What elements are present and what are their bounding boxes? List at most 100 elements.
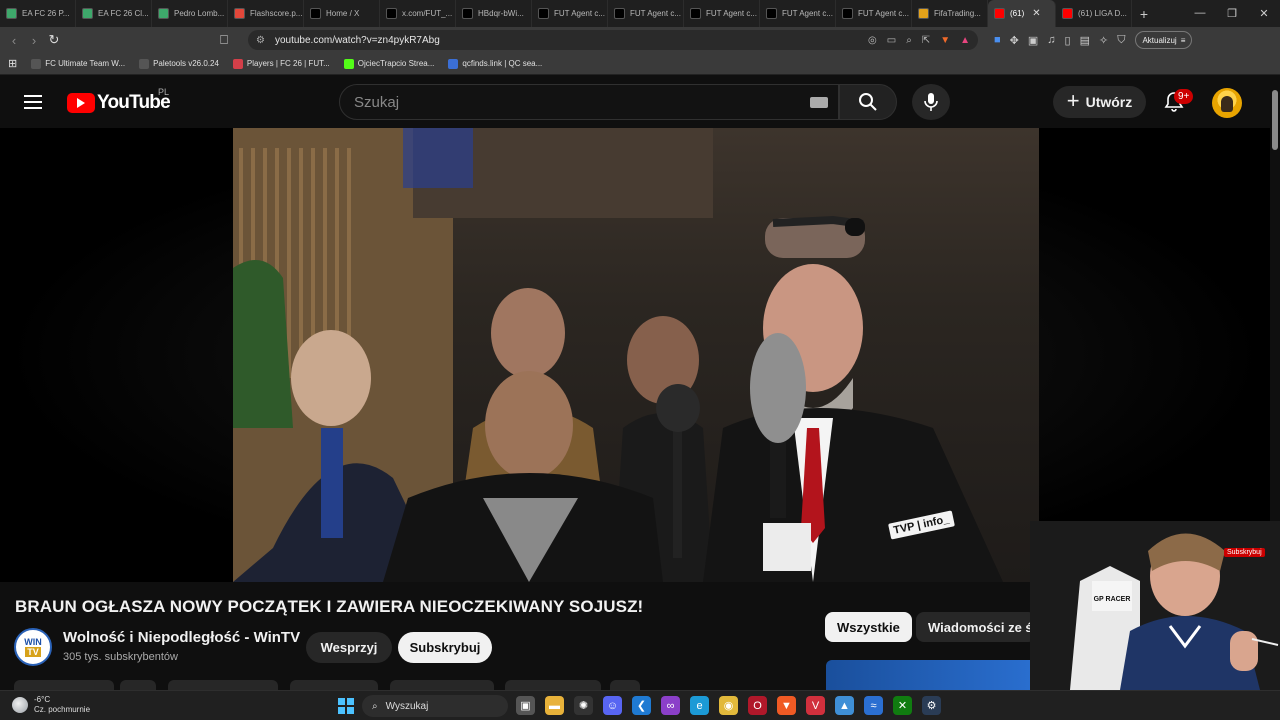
- browser-tab[interactable]: FUT Agent c...: [684, 0, 760, 27]
- restore-icon[interactable]: ❐: [1216, 7, 1248, 20]
- taskbar-search[interactable]: ⌕ Wyszukaj: [362, 695, 508, 717]
- tab-favicon-icon: [310, 8, 321, 19]
- browser-tab[interactable]: HBdqr-bWi...: [456, 0, 532, 27]
- browser-tab[interactable]: FUT Agent c...: [532, 0, 608, 27]
- browser-tab[interactable]: x.com/FUT_...: [380, 0, 456, 27]
- browser-tab[interactable]: Home / X: [304, 0, 380, 27]
- browser-tab[interactable]: EA FC 26 P...: [0, 0, 76, 27]
- brave-icon[interactable]: ▼: [777, 696, 796, 715]
- steam-icon[interactable]: ⚙: [922, 696, 941, 715]
- brave-rewards-icon[interactable]: ▲: [960, 35, 970, 46]
- music-icon[interactable]: ♫: [1047, 34, 1055, 47]
- share-icon[interactable]: ⇱: [922, 35, 930, 46]
- more-actions-button[interactable]: [610, 680, 640, 690]
- tradingview-icon[interactable]: ≈: [864, 696, 883, 715]
- subscriber-count: 305 tys. subskrybentów: [63, 651, 178, 663]
- leo-ai-icon[interactable]: ✧: [1099, 34, 1108, 47]
- close-window-icon[interactable]: ✕: [1248, 7, 1280, 20]
- create-button[interactable]: + Utwórz: [1053, 86, 1146, 118]
- subscribe-button[interactable]: Subskrybuj: [398, 632, 492, 663]
- download-button[interactable]: [168, 680, 278, 690]
- voice-search-button[interactable]: [912, 84, 950, 120]
- site-info-icon[interactable]: ⚙: [256, 35, 265, 46]
- vivaldi-icon[interactable]: V: [806, 696, 825, 715]
- tab-favicon-icon: [82, 8, 93, 19]
- search-input[interactable]: Szukaj: [339, 84, 839, 120]
- browser-tab[interactable]: FUT Agent c...: [760, 0, 836, 27]
- sidebar-icon[interactable]: ▣: [1028, 34, 1038, 47]
- bookmark-label: Paletools v26.0.24: [153, 59, 219, 68]
- browser-tab[interactable]: FUT Agent c...: [608, 0, 684, 27]
- video-player[interactable]: TVP | info_: [233, 128, 1039, 582]
- file-explorer-icon[interactable]: ▬: [545, 696, 564, 715]
- save-button[interactable]: [390, 680, 494, 690]
- weather-condition: Cz. pochmurnie: [34, 705, 91, 714]
- like-button[interactable]: [14, 680, 114, 690]
- url-bar-icons: ◎ ▭ ⌕ ⇱ ▼ ▲: [868, 35, 978, 46]
- zoom-icon[interactable]: ⌕: [906, 35, 912, 46]
- task-view-icon[interactable]: ▣: [516, 696, 535, 715]
- bookmark-favicon-icon: [448, 58, 459, 69]
- chrome-icon[interactable]: ◉: [719, 696, 738, 715]
- search-button[interactable]: [839, 84, 897, 120]
- browser-tab[interactable]: FUT Agent c...: [836, 0, 912, 27]
- clip-button[interactable]: [290, 680, 378, 690]
- minimize-icon[interactable]: —: [1184, 7, 1216, 20]
- bookmark-favicon-icon: [343, 58, 354, 69]
- bookmark-item[interactable]: qcfinds.link | QC sea...: [448, 58, 542, 69]
- support-button[interactable]: Wesprzyj: [306, 632, 392, 663]
- reload-icon[interactable]: ↻: [44, 32, 64, 48]
- bookmark-item[interactable]: Paletools v26.0.24: [139, 58, 219, 69]
- browser-tab[interactable]: FifaTrading...: [912, 0, 988, 27]
- opera-icon[interactable]: O: [748, 696, 767, 715]
- chip-all[interactable]: Wszystkie: [825, 612, 912, 642]
- vscode-icon[interactable]: ❮: [632, 696, 651, 715]
- update-button[interactable]: Aktualizuj ≡: [1135, 31, 1193, 49]
- weather-widget[interactable]: -6°C Cz. pochmurnie: [12, 695, 90, 715]
- chip-news[interactable]: Wiadomości ze św: [916, 612, 1036, 642]
- close-tab-icon[interactable]: ✕: [1032, 8, 1040, 19]
- account-avatar[interactable]: [1212, 88, 1242, 118]
- bookmark-item[interactable]: FC Ultimate Team W...: [31, 58, 125, 69]
- thanks-button[interactable]: [505, 680, 601, 690]
- wallet-icon[interactable]: ▤: [1080, 34, 1090, 47]
- browser-tab[interactable]: EA FC 26 Cl...: [76, 0, 152, 27]
- bookmark-page-icon[interactable]: ⎕: [214, 32, 234, 48]
- tab-label: EA FC 26 Cl...: [98, 9, 149, 18]
- brave-shields-icon[interactable]: ▼: [940, 35, 950, 46]
- forward-icon[interactable]: ›: [24, 33, 44, 48]
- cast-icon[interactable]: ▭: [887, 35, 896, 46]
- bookmark-item[interactable]: OjciecTrapcio Strea...: [343, 58, 434, 69]
- mute-site-icon[interactable]: ◎: [868, 35, 877, 46]
- browser-tab[interactable]: (61) ✕: [988, 0, 1056, 27]
- windows-start-icon[interactable]: [338, 698, 354, 714]
- apps-grid-icon[interactable]: ⊞: [8, 57, 17, 70]
- browser-tab[interactable]: Pedro Lomb...: [152, 0, 228, 27]
- url-bar[interactable]: ⚙ youtube.com/watch?v=zn4pykR7Abg ◎ ▭ ⌕ …: [248, 30, 978, 50]
- browser-tab[interactable]: (61) LIGA D...: [1056, 0, 1132, 27]
- browser-tab[interactable]: Flashscore.p...: [228, 0, 304, 27]
- tab-favicon-icon: [842, 8, 853, 19]
- puzzle-icon[interactable]: ✥: [1010, 34, 1019, 47]
- discord-icon[interactable]: ☺: [603, 696, 622, 715]
- reading-list-icon[interactable]: ▯: [1065, 34, 1071, 47]
- new-tab-button[interactable]: +: [1132, 6, 1156, 22]
- extension-icon[interactable]: ■: [994, 34, 1001, 47]
- xbox-icon[interactable]: ✕: [893, 696, 912, 715]
- vpn-icon[interactable]: ⛉: [1117, 34, 1125, 47]
- edge-icon[interactable]: e: [690, 696, 709, 715]
- share-button[interactable]: [120, 680, 156, 690]
- hamburger-menu-icon[interactable]: [24, 95, 42, 109]
- channel-name[interactable]: Wolność i Niepodległość - WinTV: [63, 629, 300, 646]
- back-icon[interactable]: ‹: [4, 33, 24, 48]
- channel-avatar[interactable]: WIN TV: [14, 628, 52, 666]
- visual-studio-icon[interactable]: ∞: [661, 696, 680, 715]
- youtube-logo[interactable]: YouTube PL: [67, 87, 171, 114]
- keyboard-icon[interactable]: [810, 97, 828, 108]
- photos-icon[interactable]: ▲: [835, 696, 854, 715]
- bookmark-item[interactable]: Players | FC 26 | FUT...: [232, 58, 330, 69]
- recommended-thumbnail[interactable]: [826, 660, 1036, 690]
- region-code: PL: [158, 87, 170, 97]
- tab-label: Flashscore.p...: [250, 9, 303, 18]
- chatgpt-icon[interactable]: ✺: [574, 696, 593, 715]
